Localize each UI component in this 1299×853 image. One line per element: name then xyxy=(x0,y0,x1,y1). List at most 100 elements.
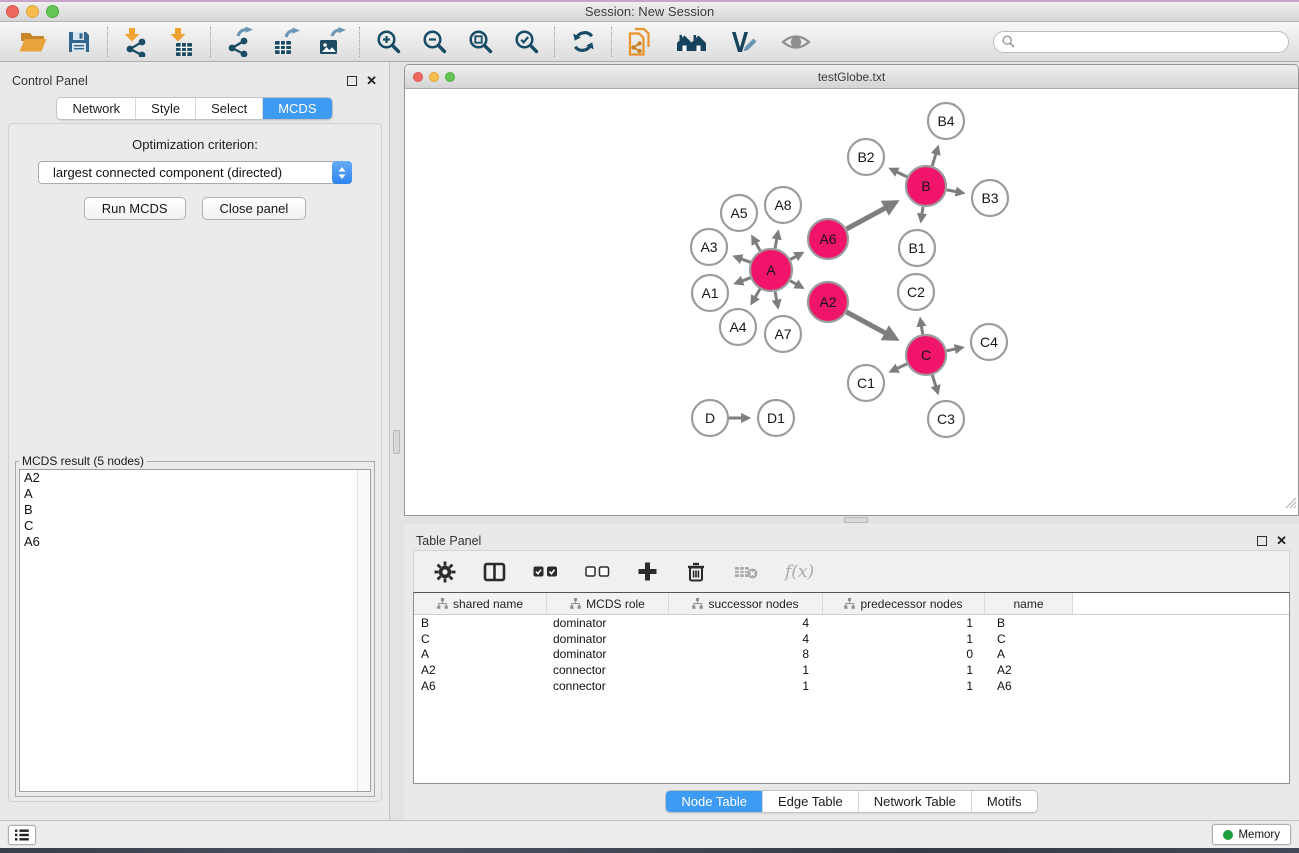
criterion-dropdown[interactable]: largest connected component (directed) xyxy=(38,161,352,184)
graph-node-D[interactable]: D xyxy=(692,400,728,436)
network-window-titlebar[interactable]: testGlobe.txt xyxy=(405,65,1298,89)
table-row[interactable]: A6connector11A6 xyxy=(414,678,1289,694)
tab-motifs[interactable]: Motifs xyxy=(971,791,1037,812)
float-panel-icon[interactable] xyxy=(1257,536,1267,546)
graph-node-A8[interactable]: A8 xyxy=(765,187,801,223)
graph-edge-B-B4[interactable] xyxy=(932,148,938,166)
task-history-button[interactable] xyxy=(8,825,36,845)
mcds-result-item[interactable]: A xyxy=(20,486,370,502)
mcds-result-item[interactable]: A2 xyxy=(20,470,370,486)
network-graph[interactable]: AA6A2BCA1A3A4A5A7A8B1B2B3B4C1C2C3C4DD1 xyxy=(405,89,1296,513)
tab-select[interactable]: Select xyxy=(195,98,262,119)
search-input[interactable] xyxy=(1020,35,1280,49)
graph-edge-C-C2[interactable] xyxy=(920,320,922,335)
graph-node-A6[interactable]: A6 xyxy=(808,219,848,259)
delete-columns-trash-icon[interactable] xyxy=(685,560,707,583)
table-row[interactable]: Cdominator41C xyxy=(414,631,1289,647)
graph-node-B[interactable]: B xyxy=(906,166,946,206)
import-table-icon[interactable] xyxy=(161,25,203,59)
graph-edge-C-C1[interactable] xyxy=(891,364,907,371)
graph-node-B4[interactable]: B4 xyxy=(928,103,964,139)
close-panel-icon[interactable]: ✕ xyxy=(1276,536,1287,546)
graph-node-A1[interactable]: A1 xyxy=(692,275,728,311)
duplicate-network-icon[interactable] xyxy=(619,25,661,59)
tab-edge-table[interactable]: Edge Table xyxy=(762,791,858,812)
horizontal-splitter[interactable] xyxy=(404,516,1299,524)
import-network-icon[interactable] xyxy=(115,25,157,59)
splitter-handle[interactable] xyxy=(393,430,400,454)
tab-network[interactable]: Network xyxy=(57,98,135,119)
export-network-icon[interactable] xyxy=(218,25,260,59)
graph-node-D1[interactable]: D1 xyxy=(758,400,794,436)
close-panel-icon[interactable]: ✕ xyxy=(366,76,377,86)
refresh-icon[interactable] xyxy=(562,25,604,59)
zoom-fit-icon[interactable] xyxy=(459,25,501,59)
column-header-successor-nodes[interactable]: successor nodes xyxy=(669,593,823,614)
graph-edge-A-A7[interactable] xyxy=(775,292,778,307)
tab-style[interactable]: Style xyxy=(135,98,195,119)
zoom-selected-icon[interactable] xyxy=(505,25,547,59)
mcds-result-item[interactable]: C xyxy=(20,518,370,534)
graph-edge-B-B1[interactable] xyxy=(921,207,923,221)
float-panel-icon[interactable] xyxy=(347,76,357,86)
select-all-columns-icon[interactable] xyxy=(533,566,558,577)
tab-node-table[interactable]: Node Table xyxy=(666,791,762,812)
graph-node-A4[interactable]: A4 xyxy=(720,309,756,345)
network-canvas[interactable]: AA6A2BCA1A3A4A5A7A8B1B2B3B4C1C2C3C4DD1 xyxy=(405,89,1298,515)
table-settings-gear-icon[interactable] xyxy=(434,561,456,583)
graph-edge-A2-C[interactable] xyxy=(847,312,896,338)
graph-node-A2[interactable]: A2 xyxy=(808,282,848,322)
search-field[interactable] xyxy=(993,31,1289,53)
tab-mcds[interactable]: MCDS xyxy=(262,98,331,119)
zoom-in-icon[interactable] xyxy=(367,25,409,59)
vertical-splitter[interactable] xyxy=(390,62,404,820)
resize-grip-icon[interactable] xyxy=(1284,496,1297,514)
export-image-icon[interactable] xyxy=(310,25,352,59)
open-session-icon[interactable] xyxy=(12,25,54,59)
graph-node-C2[interactable]: C2 xyxy=(898,274,934,310)
graph-edge-A-A4[interactable] xyxy=(752,289,760,303)
tab-network-table[interactable]: Network Table xyxy=(858,791,971,812)
graph-node-B3[interactable]: B3 xyxy=(972,180,1008,216)
run-mcds-button[interactable]: Run MCDS xyxy=(84,197,186,220)
column-header-shared-name[interactable]: shared name xyxy=(414,593,547,614)
save-session-icon[interactable] xyxy=(58,25,100,59)
graph-node-A3[interactable]: A3 xyxy=(691,229,727,265)
list-scrollbar[interactable] xyxy=(357,470,370,791)
graph-edge-A-A1[interactable] xyxy=(736,278,750,283)
graph-edge-B-B2[interactable] xyxy=(891,169,907,177)
splitter-handle[interactable] xyxy=(844,517,868,523)
graph-edge-A-A3[interactable] xyxy=(735,257,750,263)
column-header-name[interactable]: name xyxy=(985,593,1073,614)
graph-node-A5[interactable]: A5 xyxy=(721,195,757,231)
graph-edge-B-B3[interactable] xyxy=(947,190,963,193)
zoom-out-icon[interactable] xyxy=(413,25,455,59)
graph-node-C1[interactable]: C1 xyxy=(848,365,884,401)
graph-node-A7[interactable]: A7 xyxy=(765,316,801,352)
graph-edge-A6-B[interactable] xyxy=(847,203,896,229)
table-row[interactable]: Bdominator41B xyxy=(414,615,1289,631)
export-table-icon[interactable] xyxy=(264,25,306,59)
mcds-result-item[interactable]: A6 xyxy=(20,534,370,550)
memory-button[interactable]: Memory xyxy=(1212,824,1291,845)
close-panel-button[interactable]: Close panel xyxy=(202,197,307,220)
graph-node-C4[interactable]: C4 xyxy=(971,324,1007,360)
column-header-predecessor-nodes[interactable]: predecessor nodes xyxy=(823,593,985,614)
column-header-mcds-role[interactable]: MCDS role xyxy=(547,593,669,614)
mcds-result-list[interactable]: A2ABCA6 xyxy=(19,469,371,792)
graph-edge-C-C3[interactable] xyxy=(932,375,937,393)
annotation-pen-icon[interactable] xyxy=(723,25,765,59)
unselect-all-columns-icon[interactable] xyxy=(585,566,610,577)
graph-edge-A-A8[interactable] xyxy=(775,232,778,248)
graph-node-B2[interactable]: B2 xyxy=(848,139,884,175)
graph-node-C[interactable]: C xyxy=(906,335,946,375)
mcds-result-item[interactable]: B xyxy=(20,502,370,518)
table-row[interactable]: A2connector11A2 xyxy=(414,662,1289,678)
show-graphics-details-icon[interactable] xyxy=(775,25,817,59)
show-column-panel-icon[interactable] xyxy=(483,562,506,582)
table-row[interactable]: Adominator80A xyxy=(414,646,1289,662)
graph-edge-A-A5[interactable] xyxy=(753,237,761,251)
graph-node-A[interactable]: A xyxy=(750,249,792,291)
graph-node-B1[interactable]: B1 xyxy=(899,230,935,266)
home-icon[interactable] xyxy=(671,25,713,59)
